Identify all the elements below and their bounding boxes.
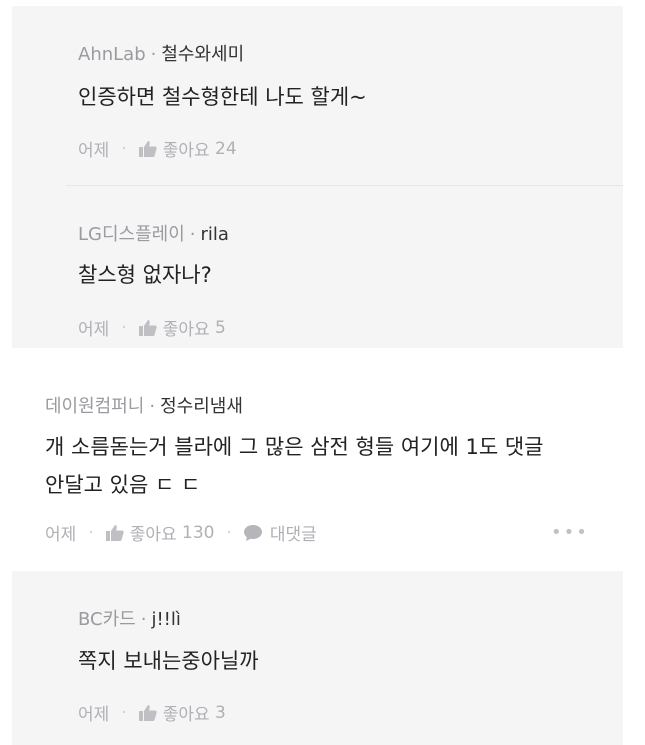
divider [66,185,623,186]
nickname[interactable]: rila [201,224,229,245]
comment-text-line: 안달고 있음 ㄷ ㄷ [45,473,201,497]
comment-text: 인증하면 철수형한테 나도 할게~ [78,85,367,109]
like-label: 좋아요 [162,320,210,340]
comment-date: 어제 [78,705,110,725]
thumbs-up-icon [138,704,157,721]
comment-actions: 어제 · 좋아요 130 · 대댓글 [45,520,317,546]
reply-comment-3: BC카드 · j!!lì [78,605,181,631]
reply-comment-1: AhnLab · 철수와세미 [78,40,244,66]
comment-actions: 어제 · 좋아요 24 [78,136,237,162]
like-label: 좋아요 [162,705,210,725]
like-label: 좋아요 [162,141,210,161]
thumbs-up-icon [138,140,157,157]
like-label: 좋아요 [129,525,177,545]
company-name[interactable]: LG디스플레이 [78,224,185,245]
comment-text: 개 소름돋는거 블라에 그 많은 삼전 형들 여기에 1도 댓글 안달고 있음 … [45,430,543,502]
like-count: 130 [182,522,215,543]
comment-meta: 데이원컴퍼니 · 정수리냄새 [45,396,243,417]
main-comment: 데이원컴퍼니 · 정수리냄새 [45,392,243,418]
comment-meta: BC카드 · j!!lì [78,609,181,630]
comment-text: 찰스형 없자나? [78,263,212,287]
like-button[interactable]: 좋아요 130 [105,520,215,545]
comment-actions: 어제 · 좋아요 3 [78,700,226,726]
comment-text-line: 개 소름돋는거 블라에 그 많은 삼전 형들 여기에 1도 댓글 [45,435,544,459]
nickname[interactable]: j!!lì [151,609,180,630]
nickname[interactable]: 정수리냄새 [160,396,243,417]
like-button[interactable]: 좋아요 5 [138,315,226,340]
nickname[interactable]: 철수와세미 [161,44,244,65]
comment-date: 어제 [45,525,77,545]
reply-label: 대댓글 [269,525,317,545]
reply-button[interactable]: 대댓글 [243,520,317,545]
company-name[interactable]: BC카드 [78,609,136,630]
thumbs-up-icon [105,524,124,541]
comment-meta: LG디스플레이 · rila [78,224,229,245]
thumbs-up-icon [138,319,157,336]
company-name[interactable]: AhnLab [78,44,146,65]
comment-date: 어제 [78,141,110,161]
comment-date: 어제 [78,320,110,340]
like-count: 3 [215,702,226,723]
like-button[interactable]: 좋아요 24 [138,136,237,161]
speech-bubble-icon [243,524,262,541]
comment-actions: 어제 · 좋아요 5 [78,315,226,341]
comment-meta: AhnLab · 철수와세미 [78,44,245,65]
like-count: 24 [215,138,237,159]
like-count: 5 [215,317,226,338]
reply-comment-2: LG디스플레이 · rila [78,220,229,246]
comment-text: 쪽지 보내는중아닐까 [78,649,259,673]
company-name[interactable]: 데이원컴퍼니 [45,396,144,417]
like-button[interactable]: 좋아요 3 [138,700,226,725]
more-dots-icon[interactable]: ••• [551,522,589,543]
